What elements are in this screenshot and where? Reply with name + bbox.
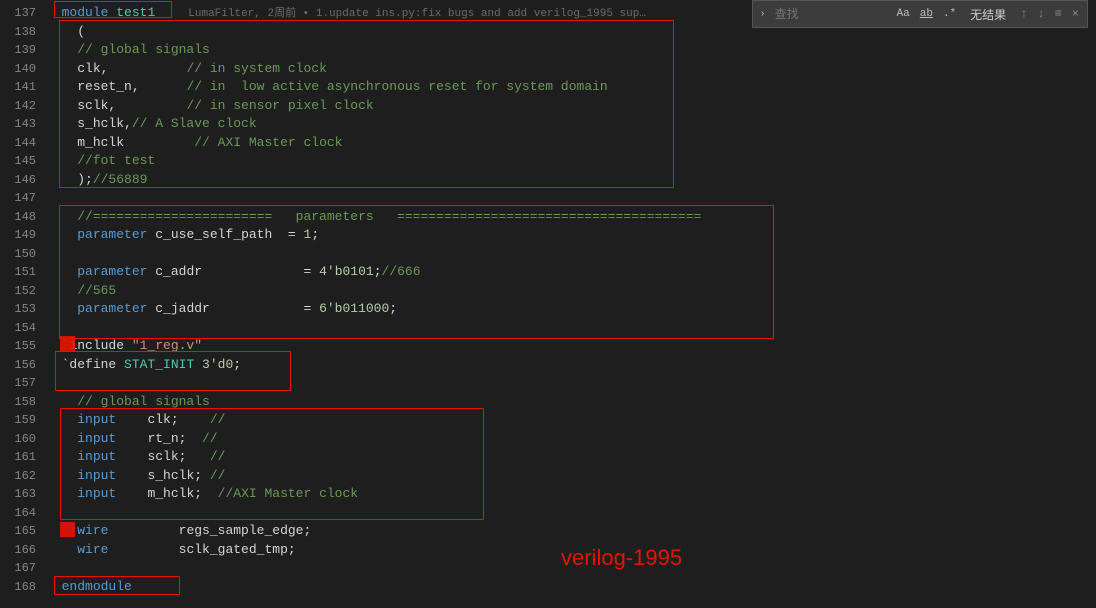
red-marker — [60, 336, 75, 351]
codelens-blame[interactable]: LumaFilter, 2周前 • 1.update ins.py:fix bu… — [188, 8, 646, 20]
find-wholeword-option[interactable]: ab — [916, 7, 937, 21]
annotation-label: verilog-1995 — [561, 545, 682, 571]
find-toggle-icon[interactable]: › — [757, 9, 769, 20]
editor-root: › Aa ab .* 无结果 ↑ ↓ ≡ × 13713813914014114… — [0, 0, 1096, 608]
close-icon[interactable]: × — [1068, 7, 1083, 21]
find-prev-icon[interactable]: ↑ — [1016, 7, 1031, 21]
search-input[interactable] — [771, 4, 891, 24]
find-bar: › Aa ab .* 无结果 ↑ ↓ ≡ × — [752, 0, 1088, 28]
find-noresult-label: 无结果 — [962, 6, 1014, 23]
find-next-icon[interactable]: ↓ — [1033, 7, 1048, 21]
code-content[interactable]: verilog-1995 module test1 LumaFilter, 2周… — [46, 0, 1096, 608]
find-menu-icon[interactable]: ≡ — [1051, 7, 1066, 21]
find-regex-option[interactable]: .* — [939, 7, 960, 21]
find-case-option[interactable]: Aa — [893, 7, 914, 21]
line-number-gutter: 137138139140141142 143144145146147148 14… — [0, 0, 46, 608]
code-area[interactable]: 137138139140141142 143144145146147148 14… — [0, 0, 1096, 608]
red-marker — [60, 522, 75, 537]
